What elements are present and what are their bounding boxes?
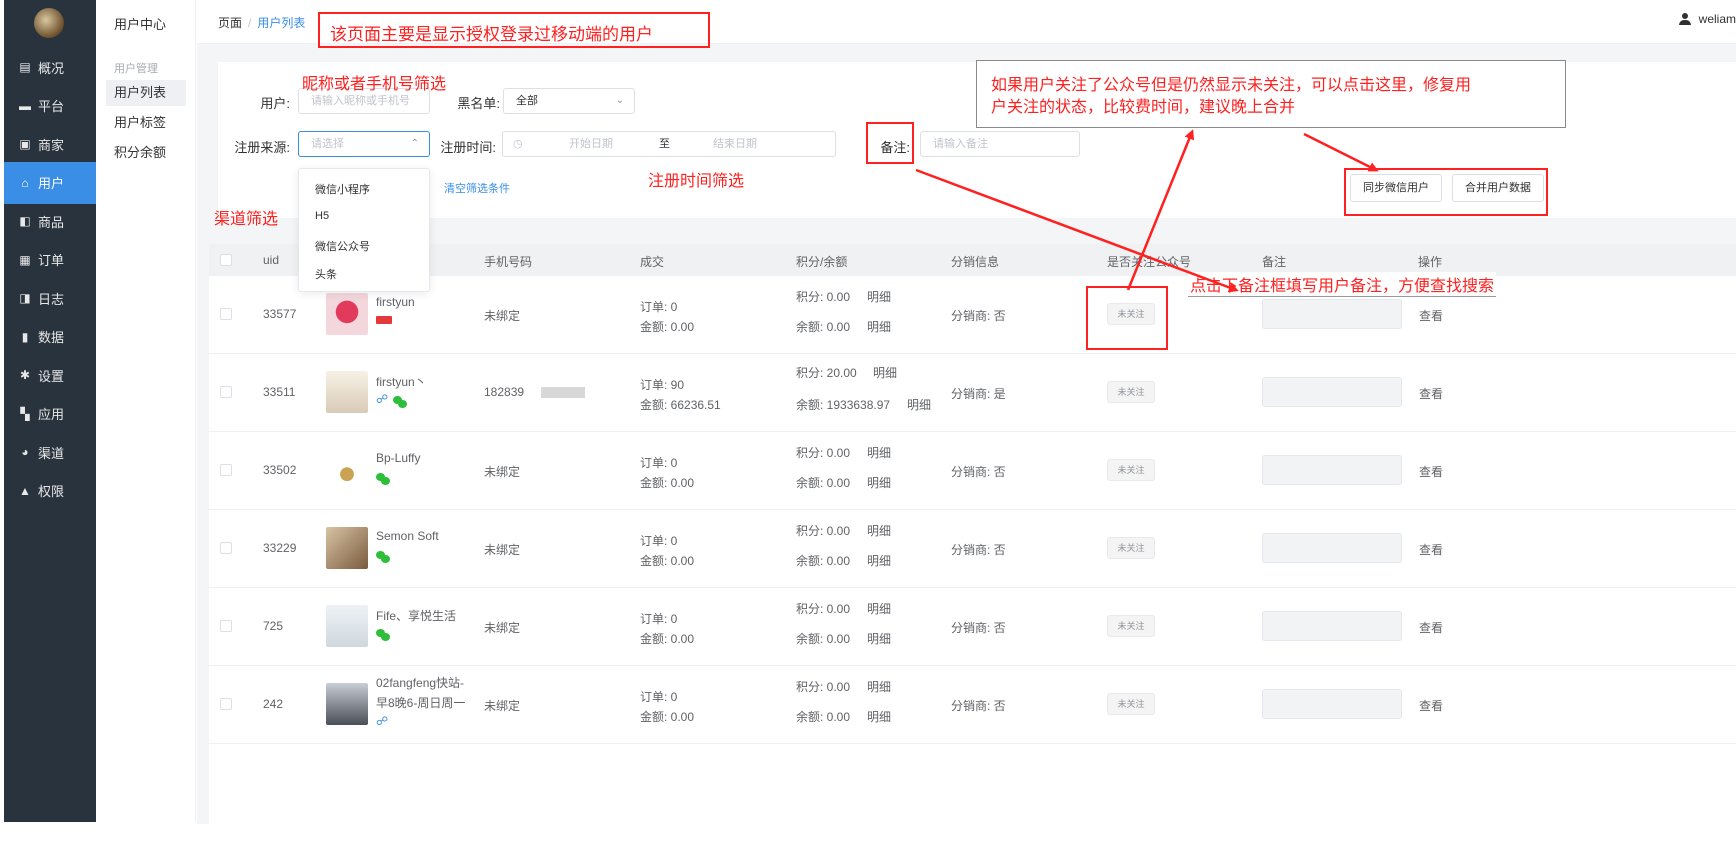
arrow-follow-to-tip xyxy=(1126,129,1195,291)
annotation-arrows xyxy=(915,129,1379,293)
arrow-remark-to-tip xyxy=(915,168,1239,293)
arrow-tip-to-buttons xyxy=(1303,132,1379,172)
